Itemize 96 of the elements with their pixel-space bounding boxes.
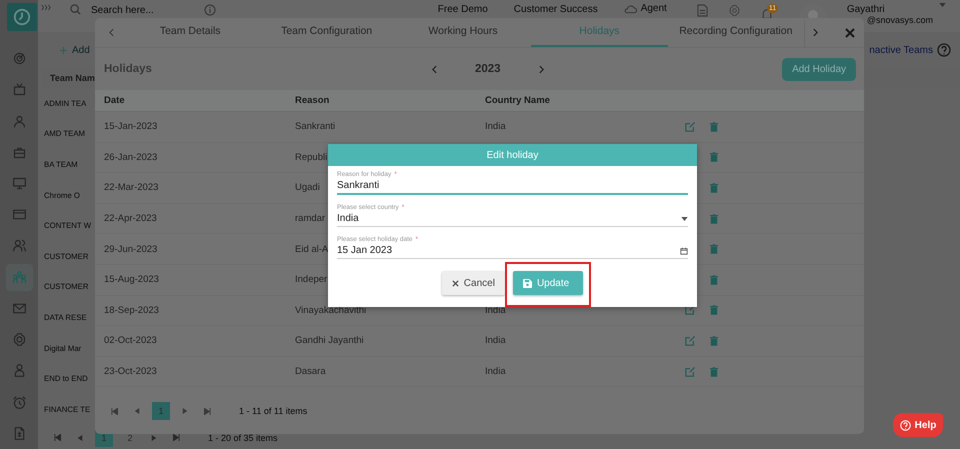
column-header: Date xyxy=(104,95,125,106)
save-icon xyxy=(522,278,532,288)
top-link[interactable]: Customer Success xyxy=(514,4,598,16)
tab[interactable]: Working Hours xyxy=(394,18,532,47)
monitor-icon[interactable] xyxy=(12,176,26,191)
caret-icon[interactable] xyxy=(939,3,946,7)
pager-summary: 1 - 20 of 35 items xyxy=(208,432,278,443)
card-icon[interactable] xyxy=(12,207,26,222)
tv-icon[interactable] xyxy=(12,82,26,98)
table-cell: Eid al-A xyxy=(295,244,328,255)
dropdown-icon[interactable] xyxy=(681,216,688,220)
table-cell: 23-Oct-2023 xyxy=(104,366,157,378)
user-email: @snovasys.com xyxy=(866,15,933,26)
delete-icon[interactable] xyxy=(710,214,718,224)
tabs-forward-icon[interactable] xyxy=(812,28,818,37)
delete-icon[interactable] xyxy=(710,336,718,346)
table-cell: Gandhi Jayanthi xyxy=(295,335,364,346)
delete-icon[interactable] xyxy=(710,244,718,254)
tab[interactable]: Recording Configuration xyxy=(668,18,804,47)
year-label: 2023 xyxy=(475,63,501,75)
help-icon[interactable] xyxy=(937,43,951,57)
first-page-icon[interactable] xyxy=(111,408,118,414)
previous-page-icon[interactable] xyxy=(77,434,83,441)
table-cell: ramdar xyxy=(295,213,326,224)
user-name: Gayathri xyxy=(846,4,885,15)
delete-icon[interactable] xyxy=(710,305,718,316)
delete-icon[interactable] xyxy=(710,182,718,193)
person-icon[interactable] xyxy=(12,114,26,129)
info-icon[interactable] xyxy=(204,4,216,16)
previous-page-icon[interactable] xyxy=(134,408,140,414)
table-cell: 29-Jun-2023 xyxy=(104,244,158,255)
delete-icon[interactable] xyxy=(710,366,718,377)
table-cell: 22-Apr-2023 xyxy=(104,213,157,224)
table-cell: 22-Mar-2023 xyxy=(104,182,158,194)
field-value[interactable]: India xyxy=(337,213,681,224)
table-cell: Dasara xyxy=(295,366,326,378)
expand-icon[interactable] xyxy=(41,4,51,11)
table-cell: Republi xyxy=(295,152,328,163)
table-cell: 26-Jan-2023 xyxy=(104,152,158,163)
next-page-icon[interactable] xyxy=(182,408,188,414)
last-page-icon[interactable] xyxy=(173,434,180,442)
gear-icon[interactable] xyxy=(12,332,26,348)
table-cell: 02-Oct-2023 xyxy=(104,335,157,346)
previous-year-icon[interactable] xyxy=(432,64,437,74)
close-icon[interactable] xyxy=(845,28,855,38)
table-cell: Ugadi xyxy=(295,182,320,194)
add-holiday-button[interactable]: Add Holiday xyxy=(782,58,856,80)
column-header: Country Name xyxy=(485,95,550,106)
table-cell: 15-Aug-2023 xyxy=(104,274,159,286)
search-icon[interactable] xyxy=(70,4,81,15)
table-cell: 15-Jan-2023 xyxy=(104,121,158,132)
column-header: Team Nam xyxy=(50,73,95,83)
calendar-icon[interactable] xyxy=(680,246,688,254)
table-cell: India xyxy=(485,304,506,316)
table-cell: India xyxy=(485,335,506,346)
delete-icon[interactable] xyxy=(710,152,718,162)
table-cell: 18-Sep-2023 xyxy=(104,304,159,316)
people-icon[interactable] xyxy=(12,238,26,254)
cancel-button[interactable]: Cancel xyxy=(442,271,505,295)
update-button[interactable]: Update xyxy=(512,271,584,295)
help-button[interactable]: Help xyxy=(893,413,943,437)
help-icon xyxy=(900,420,911,430)
top-link[interactable]: Free Demo xyxy=(438,4,488,16)
agent-label[interactable]: Agent xyxy=(640,3,667,15)
settings-icon[interactable] xyxy=(728,4,741,17)
next-year-icon[interactable] xyxy=(538,64,544,74)
plus-icon xyxy=(60,46,67,54)
table-cell: Sankranti xyxy=(295,121,336,132)
field-value[interactable]: Sankranti xyxy=(337,180,688,191)
pager-summary: 1 - 11 of 11 items xyxy=(239,406,308,416)
document-icon[interactable] xyxy=(696,4,708,17)
field-value[interactable]: 15 Jan 2023 xyxy=(337,245,680,256)
table-cell: India xyxy=(485,121,506,132)
table-cell: Indeper xyxy=(295,274,328,286)
tabs-back-icon[interactable] xyxy=(109,28,114,37)
last-page-icon[interactable] xyxy=(204,408,211,414)
page-button[interactable]: 1 xyxy=(152,402,170,420)
table-cell: India xyxy=(485,366,506,378)
next-page-icon[interactable] xyxy=(151,434,157,441)
cloud-icon xyxy=(624,4,637,14)
first-page-icon[interactable] xyxy=(54,434,61,442)
alarm-icon[interactable] xyxy=(12,394,26,410)
tab[interactable]: Team Configuration xyxy=(258,18,395,47)
close-icon xyxy=(452,280,459,286)
delete-icon[interactable] xyxy=(710,122,718,132)
section-title: Holidays xyxy=(104,63,153,75)
edit-icon[interactable] xyxy=(685,305,695,316)
delete-icon[interactable] xyxy=(710,274,718,285)
search-field[interactable]: Search here... xyxy=(91,4,191,16)
target-icon[interactable] xyxy=(12,51,26,66)
column-header: Reason xyxy=(295,95,330,106)
dialog-title: Edit holiday xyxy=(486,150,538,160)
app-logo[interactable] xyxy=(7,3,37,31)
tab[interactable]: Team Details xyxy=(122,18,258,47)
table-cell: Vinayakachavithi xyxy=(295,304,366,316)
add-team-button[interactable]: Add xyxy=(60,44,90,56)
